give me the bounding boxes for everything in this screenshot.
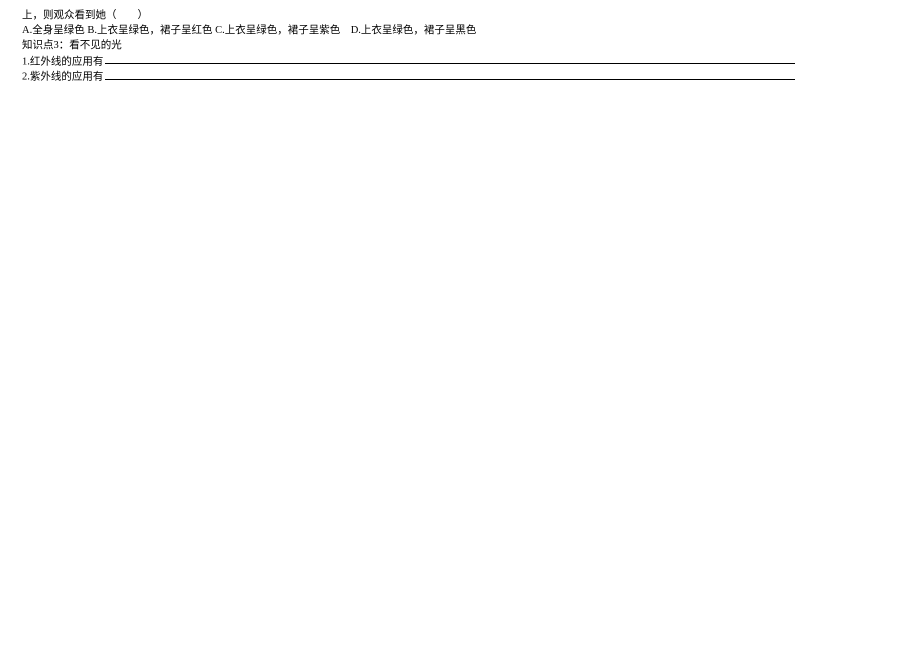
question-stem-tail-text: 上，则观众看到她（ ） [22, 10, 148, 21]
blank-line-1[interactable] [105, 54, 795, 64]
section-heading-text: 知识点3：看不见的光 [22, 40, 122, 51]
question-stem-tail: 上，则观众看到她（ ） [22, 8, 900, 23]
fill-blank-item-1: 1.红外线的应用有 [22, 54, 900, 70]
item2-prefix: 2.紫外线的应用有 [22, 72, 103, 83]
section-heading: 知识点3：看不见的光 [22, 38, 900, 53]
item1-prefix: 1.红外线的应用有 [22, 56, 103, 67]
choices-line: A.全身呈绿色 B.上衣呈绿色，裙子呈红色 C.上衣呈绿色，裙子呈紫色 D.上衣… [22, 23, 900, 38]
choices-text: A.全身呈绿色 B.上衣呈绿色，裙子呈红色 C.上衣呈绿色，裙子呈紫色 D.上衣… [22, 25, 476, 36]
fill-blank-item-2: 2.紫外线的应用有 [22, 69, 900, 85]
blank-line-2[interactable] [105, 69, 795, 79]
document-page: 上，则观众看到她（ ） A.全身呈绿色 B.上衣呈绿色，裙子呈红色 C.上衣呈绿… [0, 0, 920, 85]
